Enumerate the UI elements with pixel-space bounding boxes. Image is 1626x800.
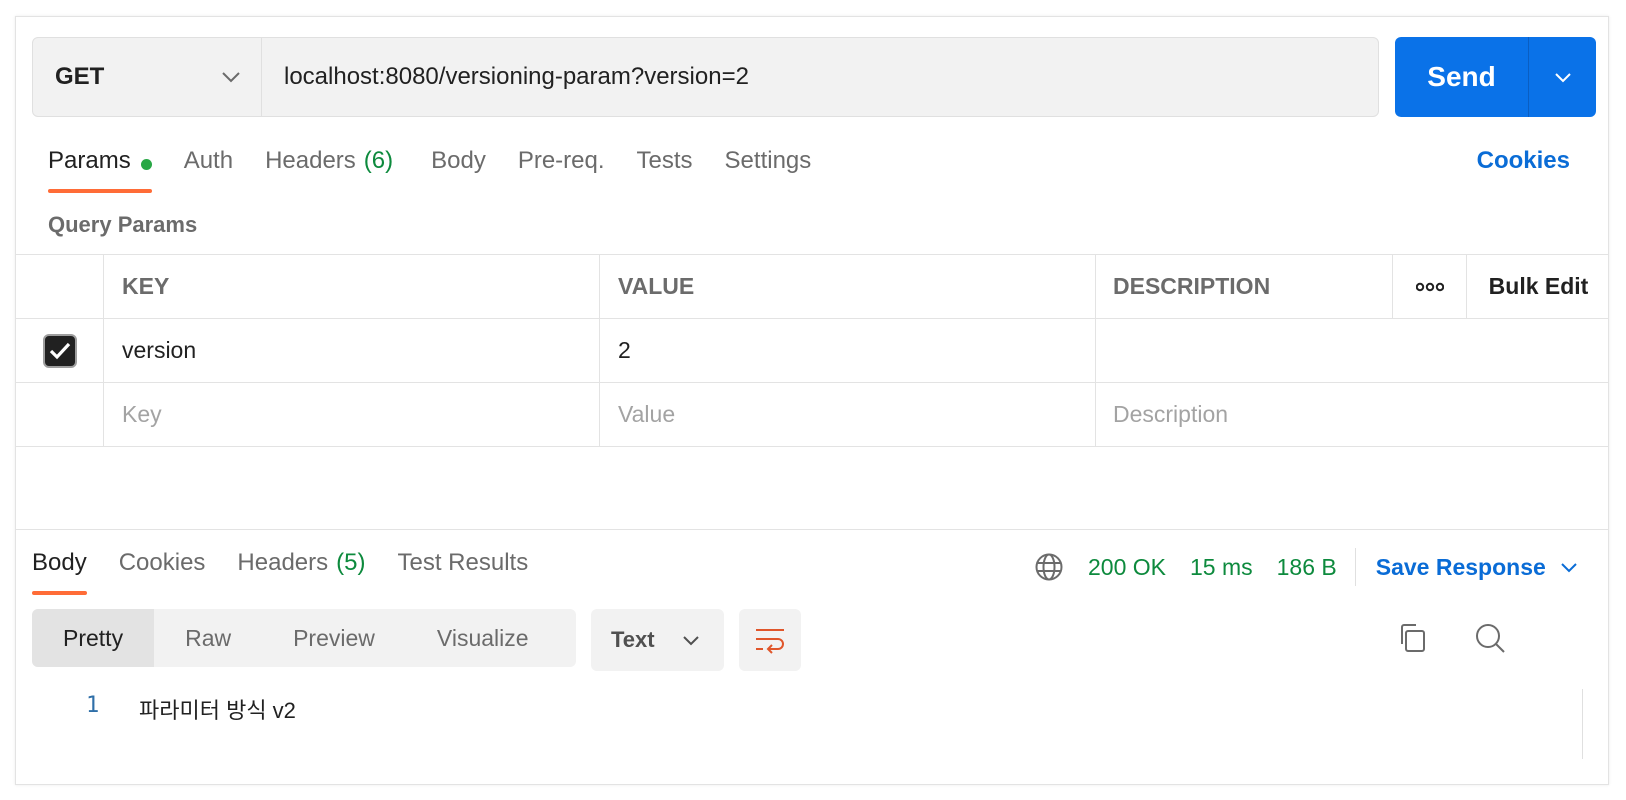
url-bar: GET localhost:8080/versioning-param?vers… — [32, 37, 1379, 117]
param-key-input[interactable]: version — [104, 319, 600, 382]
tab-label: Test Results — [397, 549, 529, 576]
row-check-cell — [16, 319, 104, 382]
tab-params[interactable]: Params — [48, 147, 152, 193]
chevron-down-icon — [222, 72, 240, 83]
tab-label: Body — [32, 549, 87, 576]
response-tab-cookies[interactable]: Cookies — [119, 549, 206, 595]
headers-count: (6) — [363, 147, 394, 174]
bulk-edit-button[interactable]: Bulk Edit — [1467, 255, 1608, 318]
header-key: KEY — [104, 255, 600, 318]
view-visualize[interactable]: Visualize — [406, 609, 560, 667]
table-header: KEY VALUE DESCRIPTION Bulk Edit — [16, 255, 1608, 319]
chevron-down-icon — [683, 635, 699, 645]
send-button[interactable]: Send — [1395, 37, 1529, 117]
more-horizontal-icon — [1415, 282, 1444, 291]
tab-headers[interactable]: Headers (6) — [265, 147, 393, 193]
tab-label: Params — [48, 147, 131, 174]
response-divider[interactable] — [16, 529, 1608, 530]
view-pretty[interactable]: Pretty — [32, 609, 155, 667]
chevron-down-icon — [1561, 562, 1577, 572]
chevron-down-icon — [1554, 72, 1571, 82]
param-description-input[interactable] — [1096, 319, 1608, 382]
row-check-cell — [16, 383, 104, 446]
param-value-input[interactable]: 2 — [600, 319, 1096, 382]
params-table: KEY VALUE DESCRIPTION Bulk Edit version … — [16, 254, 1608, 447]
more-options-button[interactable] — [1393, 255, 1467, 318]
response-tabs: Body Cookies Headers (5) Test Results — [32, 549, 560, 595]
format-select[interactable]: Text — [591, 609, 724, 671]
url-input[interactable]: localhost:8080/versioning-param?version=… — [262, 38, 1378, 116]
tab-body[interactable]: Body — [431, 147, 486, 193]
request-panel: GET localhost:8080/versioning-param?vers… — [15, 16, 1609, 785]
header-check-cell — [16, 255, 104, 318]
tab-settings[interactable]: Settings — [725, 147, 812, 193]
wrap-lines-icon — [756, 629, 784, 654]
editor-scrollbar[interactable] — [1582, 689, 1608, 759]
header-value: VALUE — [600, 255, 1096, 318]
method-label: GET — [55, 63, 105, 90]
headers-count: (5) — [336, 549, 366, 576]
send-button-group: Send — [1395, 37, 1596, 117]
save-response-button[interactable]: Save Response — [1376, 554, 1578, 581]
params-active-dot — [140, 159, 152, 170]
param-enabled-checkbox[interactable] — [42, 333, 77, 368]
checkmark-icon — [49, 342, 70, 359]
new-value-input[interactable]: Value — [600, 383, 1096, 446]
tab-label: Pre-req. — [517, 147, 605, 174]
url-text: localhost:8080/versioning-param?version=… — [284, 63, 749, 90]
response-tab-test-results[interactable]: Test Results — [397, 549, 528, 595]
status-code[interactable]: 200 OK — [1088, 554, 1166, 581]
format-label: Text — [611, 627, 655, 652]
new-key-input[interactable]: Key — [104, 383, 600, 446]
tab-tests[interactable]: Tests — [637, 147, 693, 193]
query-params-label: Query Params — [48, 212, 198, 237]
response-meta: 200 OK 15 ms 186 B Save Response — [1034, 547, 1578, 587]
line-number: 1 — [86, 693, 100, 718]
wrap-lines-button[interactable] — [739, 609, 801, 671]
tab-label: Body — [431, 147, 486, 174]
tab-label: Settings — [724, 147, 812, 174]
table-row-new: Key Value Description — [16, 383, 1608, 447]
request-tabs: Params Auth Headers (6) Body Pre-req. Te… — [48, 147, 843, 193]
tab-auth[interactable]: Auth — [184, 147, 233, 193]
response-size[interactable]: 186 B — [1277, 554, 1337, 581]
separator — [1354, 548, 1356, 586]
tab-label: Cookies — [118, 549, 206, 576]
tab-pre-request[interactable]: Pre-req. — [518, 147, 605, 193]
tab-label: Headers — [237, 549, 329, 576]
save-response-label: Save Response — [1375, 553, 1546, 580]
response-tab-body[interactable]: Body — [32, 549, 87, 595]
tab-label: Auth — [183, 147, 234, 174]
cookies-link[interactable]: Cookies — [1477, 147, 1570, 175]
globe-icon[interactable] — [1034, 552, 1064, 582]
view-preview[interactable]: Preview — [262, 609, 406, 667]
search-icon[interactable] — [1474, 622, 1506, 654]
view-mode-segmented-control: Pretty Raw Preview Visualize — [32, 609, 576, 667]
response-tab-headers[interactable]: Headers (5) — [237, 549, 365, 595]
response-body-editor[interactable]: 1 파라미터 방식 v2 — [16, 689, 1608, 759]
method-select[interactable]: GET — [33, 38, 262, 116]
copy-icon[interactable] — [1398, 622, 1428, 654]
send-options-button[interactable] — [1529, 37, 1596, 117]
code-line: 파라미터 방식 v2 — [139, 698, 296, 723]
response-time[interactable]: 15 ms — [1190, 554, 1253, 581]
table-row: version 2 — [16, 319, 1608, 383]
tab-label: Headers — [265, 147, 356, 174]
tab-label: Tests — [636, 147, 693, 174]
new-description-input[interactable]: Description — [1096, 383, 1608, 446]
view-raw[interactable]: Raw — [154, 609, 262, 667]
header-description: DESCRIPTION — [1096, 255, 1393, 318]
